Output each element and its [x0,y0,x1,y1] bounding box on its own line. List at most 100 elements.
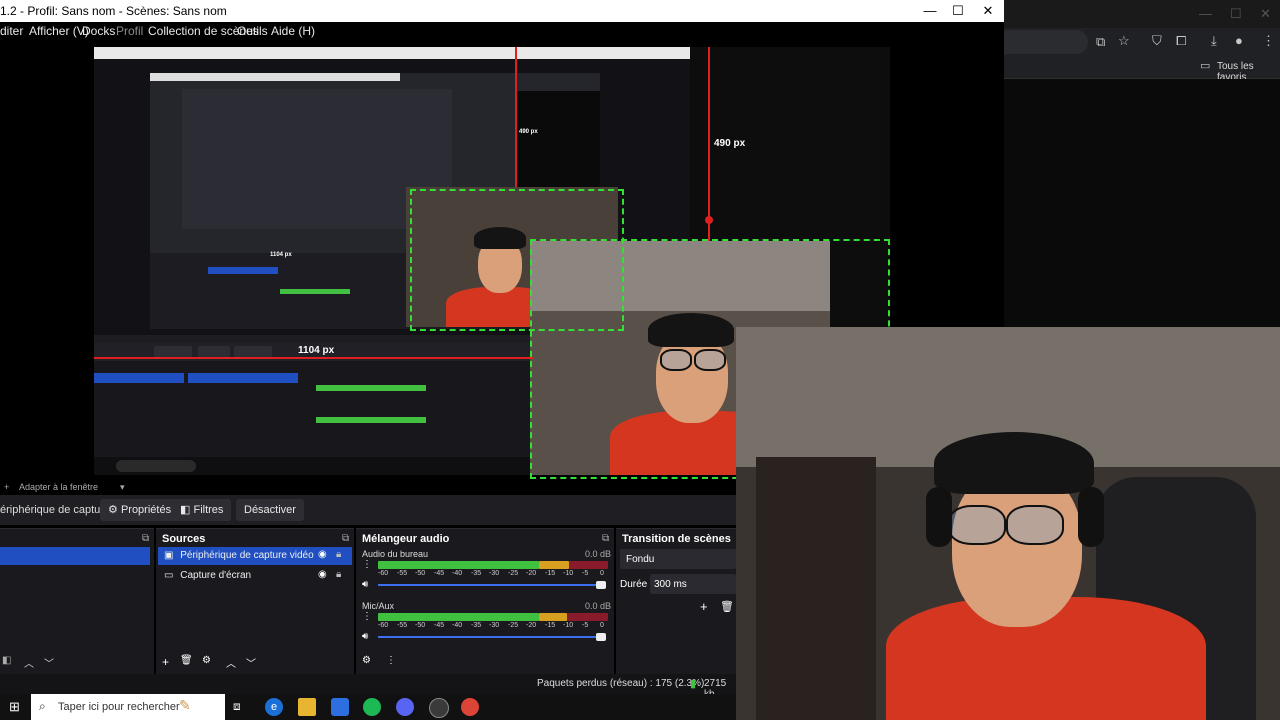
chrome-icon[interactable] [461,698,479,716]
move-up-icon[interactable]: ︿ [24,655,34,670]
gear-icon[interactable]: ⚙ [202,655,211,666]
spotify-icon[interactable] [363,698,381,716]
search-placeholder: Taper ici pour rechercher [58,701,180,713]
meter-tick-label: -30 [489,622,500,629]
width-guide-line [94,357,534,359]
menu-profile[interactable]: Profil [116,24,143,38]
meter-tick-label: 0 [600,570,604,577]
edge-icon[interactable]: e [265,698,283,716]
maximize-button[interactable]: ☐ [944,2,972,20]
search-icon: ⌕ [39,699,46,713]
windows-start-icon[interactable]: ⊞ [9,699,20,715]
meter-red [569,561,608,569]
dock-menu-icon[interactable]: ⧉ [142,533,149,544]
eye-icon[interactable]: ◉ [318,549,327,560]
nested-props-btn [154,346,192,357]
glasses-right [1006,505,1064,545]
filters-label: Filtres [193,504,224,516]
menu-docks[interactable]: Docks [82,24,115,38]
profile-icon[interactable]: ● [1235,33,1243,48]
move-down-icon[interactable]: ﹀ [44,655,54,670]
bookmark-star-icon[interactable]: ☆ [1118,33,1130,49]
meter-tick-label: -50 [415,622,426,629]
source-label: Périphérique de capture vidéo [180,550,314,561]
nested-titlebar [94,47,690,59]
kebab-icon[interactable]: ⋮ [386,655,396,666]
meter-green [378,613,539,621]
nested-filters-btn [198,346,230,357]
transition-select[interactable]: Fondu [620,549,736,569]
headphone-left [926,487,952,547]
minimize-icon[interactable]: — [1199,6,1212,21]
trash-icon[interactable]: 🗑︎ [180,655,193,666]
file-explorer-icon[interactable] [298,698,316,716]
close-button[interactable]: ✕ [974,2,1002,20]
volume-slider[interactable] [378,636,600,638]
store-icon[interactable] [331,698,349,716]
volume-knob[interactable] [596,581,606,589]
task-view-icon[interactable]: ⧈ [233,699,241,714]
extensions-icon[interactable]: ⧠ [1176,33,1186,49]
volume-icon[interactable]: 🔊︎ [362,631,368,642]
duration-input[interactable]: 300 ms [650,574,736,594]
meter-tick-label: -45 [434,570,445,577]
add-transition-icon[interactable]: + [700,599,708,614]
minimize-button[interactable]: — [916,2,944,20]
maximize-icon[interactable]: ☐ [1230,6,1242,22]
scene-item-selected[interactable] [0,547,150,565]
nested-source-row [188,373,298,383]
transitions-title: Transition de scènes [622,533,731,545]
chevron-down-icon[interactable]: ▾ [120,482,125,493]
menu-tools[interactable]: Outils [237,24,268,38]
menu-bar: diter Afficher (V) Docks Profil Collecti… [0,22,1004,40]
discord-icon[interactable] [396,698,414,716]
volume-slider[interactable] [378,584,600,586]
deactivate-button[interactable]: Désactiver [236,499,304,521]
nested-height-label: 490 px [519,129,538,135]
address-bar[interactable] [1004,30,1088,54]
plus-icon[interactable]: + [4,482,9,492]
menu-help[interactable]: Aide (H) [271,24,315,38]
add-source-icon[interactable]: + [162,655,169,669]
volume-knob[interactable] [596,633,606,641]
gear-icon[interactable]: ⚙ [362,655,371,666]
shield-icon[interactable]: ⛉ [1152,33,1162,49]
lock-icon[interactable]: 🔒︎ [336,569,341,580]
download-icon[interactable]: ⤓ [1211,33,1217,49]
window-title: 1.2 - Profil: Sans nom - Scènes: Sans no… [0,4,227,18]
properties-button[interactable]: ⚙ Propriétés [100,499,180,521]
move-down-icon[interactable]: ﹀ [246,655,256,670]
camera-icon: ▣ [164,550,174,561]
lock-icon[interactable]: 🔒︎ [336,549,341,560]
meter-tick-label: 0 [600,622,604,629]
obs-icon[interactable] [429,698,449,718]
properties-label: Propriétés [120,504,172,516]
browser-toolbar: ⧉ ☆ ⛉ ⧠ ⤓ ● ⋮ [1004,28,1280,56]
move-up-icon[interactable]: ︿ [226,655,236,670]
install-app-icon[interactable]: ⧉ [1096,34,1105,50]
eye-icon[interactable]: ◉ [318,569,327,580]
meter-green [378,561,539,569]
menu-view[interactable]: Afficher (V) [29,24,89,38]
meter-yellow [539,613,567,621]
fit-to-window-label[interactable]: Adapter à la fenêtre [19,482,98,492]
audio-mixer-dock: Mélangeur audio ⧉ Audio du bureau 0.0 dB ⋮… [356,528,614,675]
menu-edit[interactable]: diter [0,24,23,38]
width-label: 1104 px [298,345,335,356]
menu-kebab-icon[interactable]: ⋮ [1262,33,1275,49]
close-icon[interactable]: ✕ [1260,6,1271,22]
resize-handle[interactable] [705,216,713,224]
dock-menu-icon[interactable]: ⧉ [342,533,349,544]
dock-menu-icon[interactable]: ⧉ [602,533,609,544]
filters-button[interactable]: ◧ Filtres [172,499,232,521]
filter-scenes-icon[interactable]: ◧ [2,655,11,666]
trash-icon[interactable]: 🗑︎ [720,600,734,613]
duration-label: Durée [620,579,648,590]
transition-type: Fondu [626,554,655,565]
taskbar-search[interactable]: ⌕ Taper ici pour rechercher ✎ [31,694,225,720]
search-highlight-icon: ✎ [179,697,191,713]
nested-meter-a [316,385,426,391]
kebab-icon[interactable]: ⋮ [362,559,372,570]
volume-icon[interactable]: 🔊︎ [362,579,368,590]
kebab-icon[interactable]: ⋮ [362,611,372,622]
